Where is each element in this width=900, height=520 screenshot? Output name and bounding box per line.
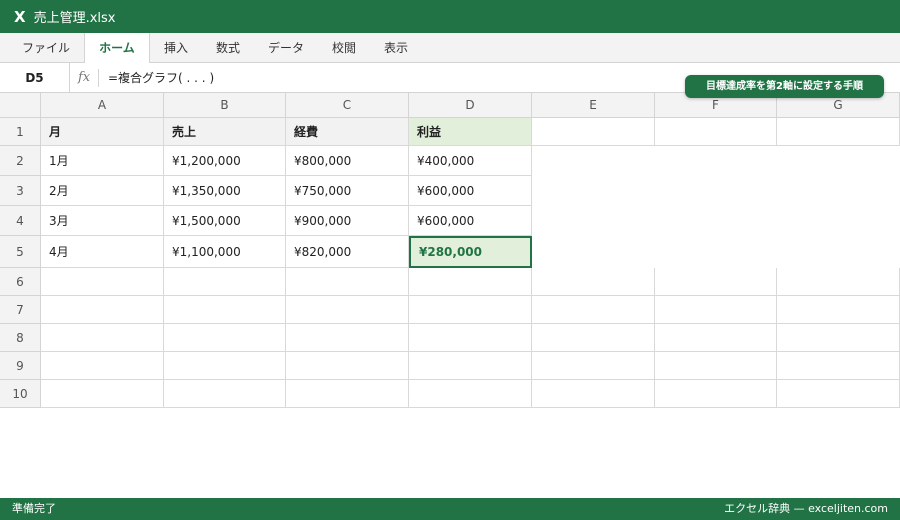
cell-a4[interactable]: 3月: [41, 206, 164, 236]
row-header-8[interactable]: 8: [0, 324, 41, 352]
cell-d10[interactable]: [409, 380, 532, 408]
formula-input[interactable]: =複合グラフ( . . . ): [108, 63, 214, 93]
cell-d3[interactable]: ¥600,000: [409, 176, 532, 206]
cell-d4[interactable]: ¥600,000: [409, 206, 532, 236]
column-header-a[interactable]: A: [41, 93, 164, 118]
cell-f7[interactable]: [655, 296, 777, 324]
cell-a6[interactable]: [41, 268, 164, 296]
cell-a5[interactable]: 4月: [41, 236, 164, 268]
cell-g7[interactable]: [777, 296, 900, 324]
cell-b10[interactable]: [164, 380, 286, 408]
cell-d8[interactable]: [409, 324, 532, 352]
cell-d2[interactable]: ¥400,000: [409, 146, 532, 176]
cell-e7[interactable]: [532, 296, 655, 324]
status-site-credit: エクセル辞典 — exceljiten.com: [724, 502, 888, 515]
cell-b6[interactable]: [164, 268, 286, 296]
column-header-d[interactable]: D: [409, 93, 532, 118]
cell-c4[interactable]: ¥900,000: [286, 206, 409, 236]
cell-c10[interactable]: [286, 380, 409, 408]
cell-c9[interactable]: [286, 352, 409, 380]
cell-b2[interactable]: ¥1,200,000: [164, 146, 286, 176]
cell-f6[interactable]: [655, 268, 777, 296]
cell-d7[interactable]: [409, 296, 532, 324]
column-header-e[interactable]: E: [532, 93, 655, 118]
tab-review[interactable]: 校閲: [320, 33, 368, 63]
cell-c8[interactable]: [286, 324, 409, 352]
cell-b5[interactable]: ¥1,100,000: [164, 236, 286, 268]
cell-d6[interactable]: [409, 268, 532, 296]
cell-c5[interactable]: ¥820,000: [286, 236, 409, 268]
cell-g9[interactable]: [777, 352, 900, 380]
cell-f9[interactable]: [655, 352, 777, 380]
cell-b9[interactable]: [164, 352, 286, 380]
cell-a3[interactable]: 2月: [41, 176, 164, 206]
column-header-c[interactable]: C: [286, 93, 409, 118]
excel-app-icon: X: [14, 7, 26, 26]
cell-d9[interactable]: [409, 352, 532, 380]
select-all-corner[interactable]: [0, 93, 41, 118]
cell-g8[interactable]: [777, 324, 900, 352]
tab-data[interactable]: データ: [256, 33, 316, 63]
tab-insert[interactable]: 挿入: [152, 33, 200, 63]
cell-a10[interactable]: [41, 380, 164, 408]
cell-f10[interactable]: [655, 380, 777, 408]
row-header-5[interactable]: 5: [0, 236, 41, 268]
tip-badge: 目標達成率を第2軸に設定する手順: [685, 75, 884, 98]
cell-g6[interactable]: [777, 268, 900, 296]
cell-a8[interactable]: [41, 324, 164, 352]
cell-b8[interactable]: [164, 324, 286, 352]
cell-a7[interactable]: [41, 296, 164, 324]
cell-e10[interactable]: [532, 380, 655, 408]
cell-g1[interactable]: [777, 118, 900, 146]
tab-view[interactable]: 表示: [372, 33, 420, 63]
cell-c7[interactable]: [286, 296, 409, 324]
fx-icon[interactable]: fx: [78, 63, 90, 93]
row-header-10[interactable]: 10: [0, 380, 41, 408]
window-title: 売上管理.xlsx: [33, 11, 116, 26]
cell-c1[interactable]: 経費: [286, 118, 409, 146]
cell-e8[interactable]: [532, 324, 655, 352]
cell-a2[interactable]: 1月: [41, 146, 164, 176]
status-bar: 準備完了 エクセル辞典 — exceljiten.com: [0, 498, 900, 520]
ribbon-tabs: ファイル ホーム 挿入 数式 データ 校閲 表示: [0, 33, 900, 64]
cell-b3[interactable]: ¥1,350,000: [164, 176, 286, 206]
row-header-6[interactable]: 6: [0, 268, 41, 296]
cell-a9[interactable]: [41, 352, 164, 380]
row-header-7[interactable]: 7: [0, 296, 41, 324]
cell-c3[interactable]: ¥750,000: [286, 176, 409, 206]
cell-b4[interactable]: ¥1,500,000: [164, 206, 286, 236]
cell-e6[interactable]: [532, 268, 655, 296]
tab-home[interactable]: ホーム: [84, 33, 150, 64]
cell-e9[interactable]: [532, 352, 655, 380]
cell-c6[interactable]: [286, 268, 409, 296]
cell-d5-selected[interactable]: ¥280,000: [409, 236, 532, 268]
tab-file[interactable]: ファイル: [10, 33, 82, 63]
cell-c2[interactable]: ¥800,000: [286, 146, 409, 176]
cell-e1[interactable]: [532, 118, 655, 146]
row-header-4[interactable]: 4: [0, 206, 41, 236]
row-header-3[interactable]: 3: [0, 176, 41, 206]
row-header-2[interactable]: 2: [0, 146, 41, 176]
cell-d1[interactable]: 利益: [409, 118, 532, 146]
cell-f8[interactable]: [655, 324, 777, 352]
title-bar: X 売上管理.xlsx: [0, 0, 900, 33]
cell-f1[interactable]: [655, 118, 777, 146]
cell-a1[interactable]: 月: [41, 118, 164, 146]
formula-separator: [98, 69, 99, 87]
cell-g10[interactable]: [777, 380, 900, 408]
cell-b1[interactable]: 売上: [164, 118, 286, 146]
tab-formulas[interactable]: 数式: [204, 33, 252, 63]
cell-b7[interactable]: [164, 296, 286, 324]
status-ready: 準備完了: [12, 502, 56, 515]
row-header-1[interactable]: 1: [0, 118, 41, 146]
row-header-9[interactable]: 9: [0, 352, 41, 380]
name-box[interactable]: D5: [0, 63, 70, 93]
column-header-b[interactable]: B: [164, 93, 286, 118]
